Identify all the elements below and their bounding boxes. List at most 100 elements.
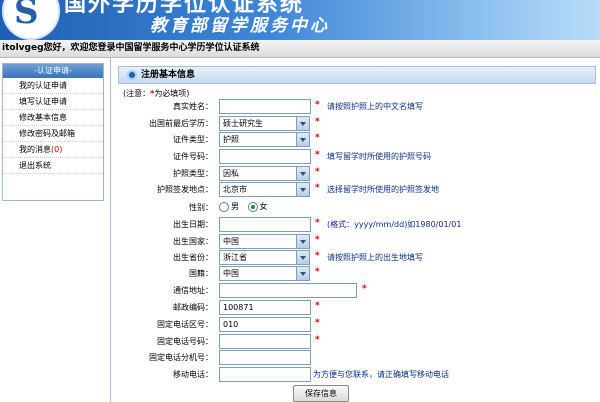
sidebar-item-my-applications[interactable]: 我的认证申请	[3, 78, 103, 94]
required-mark: *	[315, 267, 320, 277]
row-phone-area: 固定电话区号： 010 *	[0, 317, 600, 333]
birth-province-select[interactable]: 浙江省	[219, 250, 310, 265]
row-birth-country: 出生国家： 中国 *	[0, 234, 600, 250]
mobile-label: 移动电话：	[173, 370, 213, 379]
required-mark: *	[315, 117, 320, 127]
note-prefix: (注意：	[123, 89, 151, 98]
note-suffix: 为必填项)	[154, 89, 190, 98]
required-mark: *	[315, 150, 320, 160]
required-mark: *	[315, 133, 320, 143]
gender-male-label: 男	[231, 202, 239, 211]
birth-date-label: 出生日期：	[173, 220, 213, 229]
required-mark: *	[315, 218, 320, 228]
passport-place-value: 北京市	[223, 185, 247, 194]
welcome-bar: itolvgeg您好，欢迎您登录中国留学服务中心学历学位认证系统	[0, 40, 600, 58]
birth-country-label: 出生国家：	[173, 237, 213, 246]
phone-ext-label: 固定电话分机号：	[149, 353, 213, 362]
id-number-hint: 填写留学时所使用的护照号码	[327, 152, 431, 161]
birth-country-select[interactable]: 中国	[219, 234, 310, 249]
phone-area-input[interactable]: 010	[219, 317, 311, 332]
postcode-input[interactable]: 100871	[219, 300, 311, 315]
chevron-down-icon	[296, 133, 309, 146]
passport-type-label: 护照类型：	[173, 169, 213, 178]
real-name-label: 真实姓名：	[173, 102, 213, 111]
address-input[interactable]	[219, 283, 357, 298]
required-mark: *	[315, 335, 320, 345]
required-note: (注意：*为必填项)	[123, 88, 189, 99]
center-name: 教育部留学服务中心	[150, 16, 330, 36]
gender-label: 性别：	[189, 203, 213, 212]
id-type-value: 护照	[223, 135, 239, 144]
passport-place-label: 护照签发地点：	[157, 185, 213, 194]
row-postcode: 邮政编码： 100871 *	[0, 300, 600, 316]
nationality-value: 中国	[223, 269, 239, 278]
row-id-type: 证件类型： 护照 *	[0, 132, 600, 148]
row-education: 出国前最后学历： 硕士研究生 *	[0, 116, 600, 132]
education-select[interactable]: 硕士研究生	[219, 116, 310, 131]
row-phone-ext: 固定电话分机号：	[0, 350, 600, 366]
row-mobile: 移动电话： 为方便与您联系，请正确填写移动电话	[0, 367, 600, 383]
id-type-label: 证件类型：	[173, 135, 213, 144]
mobile-hint: 为方便与您联系，请正确填写移动电话	[313, 370, 449, 379]
gender-female-radio[interactable]	[247, 201, 258, 212]
passport-place-hint: 选择留学时所使用的护照签发地	[327, 185, 439, 194]
required-mark: *	[362, 284, 367, 294]
row-gender: 性别： 男 女	[0, 200, 600, 216]
gender-female-label: 女	[259, 202, 268, 211]
row-birth-date: 出生日期： * (格式：yyyy/mm/dd)如1980/01/01	[0, 217, 600, 233]
phone-area-label: 固定电话区号：	[157, 320, 213, 329]
chevron-down-icon	[296, 167, 309, 180]
phone-number-input[interactable]	[219, 334, 311, 349]
gender-male-radio[interactable]	[219, 201, 229, 212]
row-nationality: 国籍： 中国 *	[0, 266, 600, 282]
real-name-hint: 请按照护照上的中文名填写	[327, 102, 423, 111]
birth-province-value: 浙江省	[223, 253, 247, 262]
row-phone-number: 固定电话号码： *	[0, 334, 600, 350]
required-mark: *	[315, 183, 320, 193]
chevron-down-icon	[296, 235, 309, 248]
phone-number-label: 固定电话号码：	[157, 337, 213, 346]
mobile-input[interactable]	[219, 367, 311, 382]
passport-place-select[interactable]: 北京市	[219, 182, 310, 197]
required-mark: *	[315, 301, 320, 311]
id-type-select[interactable]: 护照	[219, 132, 310, 147]
panel-title: 注册基本信息	[141, 70, 196, 80]
real-name-input[interactable]	[219, 99, 311, 114]
site-logo: S	[2, 0, 60, 40]
welcome-text: itolvgeg您好，欢迎您登录中国留学服务中心学历学位认证系统	[2, 43, 260, 53]
gender-radio-group: 男 女	[219, 201, 268, 212]
phone-ext-input[interactable]	[219, 350, 311, 365]
panel-header: 注册基本信息	[118, 66, 596, 84]
nationality-select[interactable]: 中国	[219, 266, 310, 281]
birth-country-value: 中国	[223, 237, 239, 246]
chevron-down-icon	[296, 183, 309, 196]
passport-type-value: 因私	[223, 169, 239, 178]
row-birth-province: 出生省份： 浙江省 * 请按照护照上的出生地填写	[0, 250, 600, 266]
chevron-down-icon	[296, 117, 309, 130]
row-id-number: 证件号码： * 填写留学时所使用的护照号码	[0, 149, 600, 165]
sidebar-heading: -认证申请-	[3, 64, 103, 78]
required-mark: *	[315, 318, 320, 328]
row-address: 通信地址： *	[0, 283, 600, 299]
education-label: 出国前最后学历：	[149, 119, 213, 128]
address-label: 通信地址：	[173, 286, 213, 295]
header-banner: S 国外学历学位认证系统 教育部留学服务中心	[0, 0, 600, 40]
chevron-down-icon	[296, 267, 309, 280]
save-button[interactable]: 保存信息	[293, 385, 349, 402]
birth-date-hint: (格式：yyyy/mm/dd)如1980/01/01	[327, 220, 462, 229]
required-mark: *	[315, 167, 320, 177]
required-mark: *	[315, 235, 320, 245]
sidebar-item-label: 我的认证申请	[19, 81, 67, 90]
nationality-label: 国籍：	[189, 269, 213, 278]
birth-province-label: 出生省份：	[173, 253, 213, 262]
postcode-label: 邮政编码：	[173, 303, 213, 312]
passport-type-select[interactable]: 因私	[219, 166, 310, 181]
required-mark: *	[315, 100, 320, 110]
birth-province-hint: 请按照护照上的出生地填写	[327, 253, 423, 262]
birth-date-input[interactable]	[219, 217, 311, 232]
logo-letter: S	[14, 0, 39, 32]
row-passport-place: 护照签发地点： 北京市 * 选择留学时所使用的护照签发地	[0, 182, 600, 198]
required-mark: *	[315, 251, 320, 261]
id-number-input[interactable]	[219, 149, 311, 164]
row-passport-type: 护照类型： 因私 *	[0, 166, 600, 182]
